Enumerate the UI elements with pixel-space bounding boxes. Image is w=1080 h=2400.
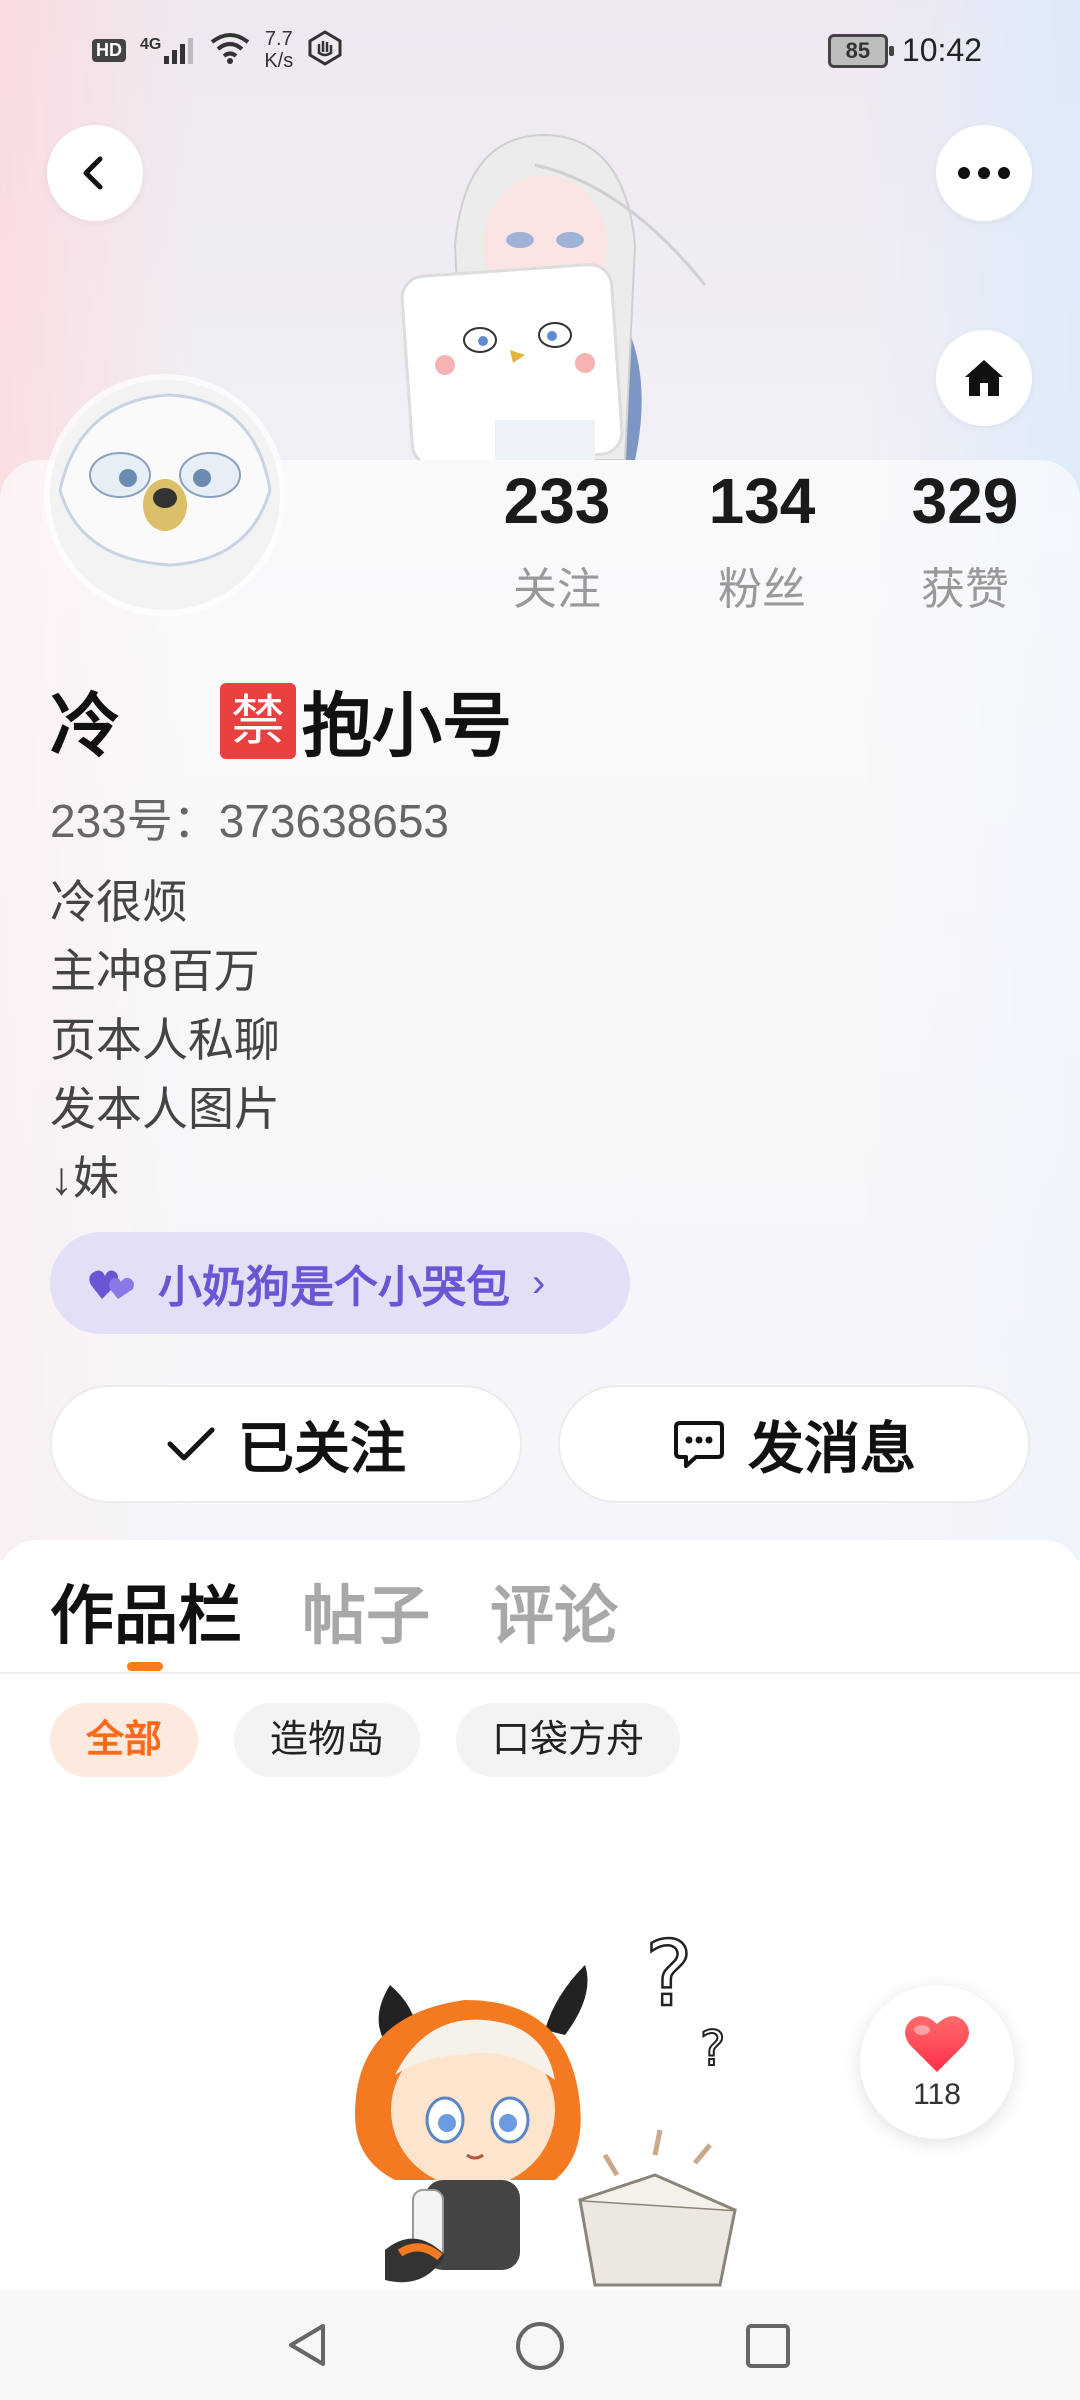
likes-label: 获赞: [921, 565, 1009, 614]
network-speed: 7.7 K/s: [264, 28, 293, 72]
check-icon: [167, 1427, 215, 1461]
empty-state-illustration: ? ?: [355, 1905, 755, 2295]
chat-bubble-icon: [674, 1421, 724, 1468]
more-dots-icon: [958, 167, 1010, 179]
bio-line: 主冲8百万: [50, 945, 260, 997]
profile-name: 冷 禁 抱小号: [50, 670, 512, 771]
filter-creation-island[interactable]: 造物岛: [234, 1703, 421, 1777]
network-type: 4G: [140, 36, 162, 53]
bio-line: 页本人私聊: [50, 1014, 280, 1066]
filter-chips: 全部 造物岛 口袋方舟: [50, 1703, 681, 1777]
name-part-1: 冷: [50, 687, 120, 765]
like-count: 118: [913, 2078, 961, 2111]
relationship-tag[interactable]: 小奶狗是个小哭包 ›: [50, 1232, 630, 1334]
user-id: 233号：373638653: [50, 795, 449, 847]
home-icon: [965, 360, 1003, 396]
filter-pocket-ark[interactable]: 口袋方舟: [456, 1703, 681, 1777]
heart-icon: [905, 2016, 969, 2072]
followers-label: 粉丝: [718, 565, 806, 614]
tab-posts[interactable]: 帖子: [302, 1565, 430, 1657]
likes-count: 329: [911, 465, 1019, 537]
more-options-button[interactable]: [936, 125, 1032, 221]
double-heart-icon: [89, 1270, 134, 1299]
name-part-2: 抱小号: [302, 687, 512, 765]
status-bar: HD 4G 7.7 K/s 85 10:42: [0, 0, 1080, 110]
ban-emoji-icon: 禁: [220, 682, 296, 759]
followed-label: 已关注: [238, 1416, 406, 1480]
content-tabs: 作品栏 帖子 评论: [50, 1565, 618, 1657]
chevron-left-icon: [83, 156, 103, 190]
tab-works[interactable]: 作品栏: [50, 1565, 242, 1657]
wifi-icon: [210, 32, 250, 69]
signal-icon: 4G: [140, 36, 196, 64]
header-character-illustration: [385, 125, 715, 460]
filter-all[interactable]: 全部: [50, 1703, 199, 1777]
avatar[interactable]: [50, 380, 280, 610]
nav-back-icon[interactable]: [283, 2320, 333, 2370]
svg-text:?: ?: [645, 1922, 693, 2027]
home-button[interactable]: [936, 330, 1032, 426]
tab-comments[interactable]: 评论: [490, 1565, 618, 1657]
battery-icon: 85: [827, 33, 894, 68]
hd-icon: HD: [92, 38, 126, 62]
network-speed-unit: K/s: [264, 50, 294, 72]
stat-following[interactable]: 233 关注: [467, 465, 647, 617]
back-button[interactable]: [47, 125, 143, 221]
hand-badge-icon: [307, 29, 343, 71]
followers-count: 134: [708, 465, 816, 537]
nav-home-icon[interactable]: [514, 2320, 566, 2372]
tabs-divider: [0, 1672, 1080, 1674]
active-tab-indicator: [127, 1662, 163, 1671]
chevron-right-icon: ›: [532, 1260, 546, 1305]
like-floating-button[interactable]: 118: [860, 1985, 1014, 2139]
svg-text:?: ?: [700, 2021, 725, 2077]
clock: 10:42: [901, 32, 982, 68]
bio: 冷很烦 主冲8百万 页本人私聊 发本人图片 ↓妹: [50, 868, 280, 1213]
stat-likes[interactable]: 329 获赞: [875, 465, 1055, 617]
bio-line: 发本人图片: [50, 1083, 280, 1135]
stat-followers[interactable]: 134 粉丝: [672, 465, 852, 617]
system-navigation-bar: [0, 2290, 1080, 2400]
relationship-tag-label: 小奶狗是个小哭包: [158, 1263, 510, 1312]
bio-line: ↓妹: [50, 1152, 119, 1204]
nav-recents-icon[interactable]: [744, 2322, 792, 2370]
network-speed-value: 7.7: [264, 28, 293, 50]
followed-button[interactable]: 已关注: [50, 1385, 522, 1503]
following-count: 233: [503, 465, 611, 537]
following-label: 关注: [513, 565, 601, 614]
send-message-button[interactable]: 发消息: [558, 1385, 1030, 1503]
send-message-label: 发消息: [748, 1416, 916, 1480]
bio-line: 冷很烦: [50, 876, 188, 928]
